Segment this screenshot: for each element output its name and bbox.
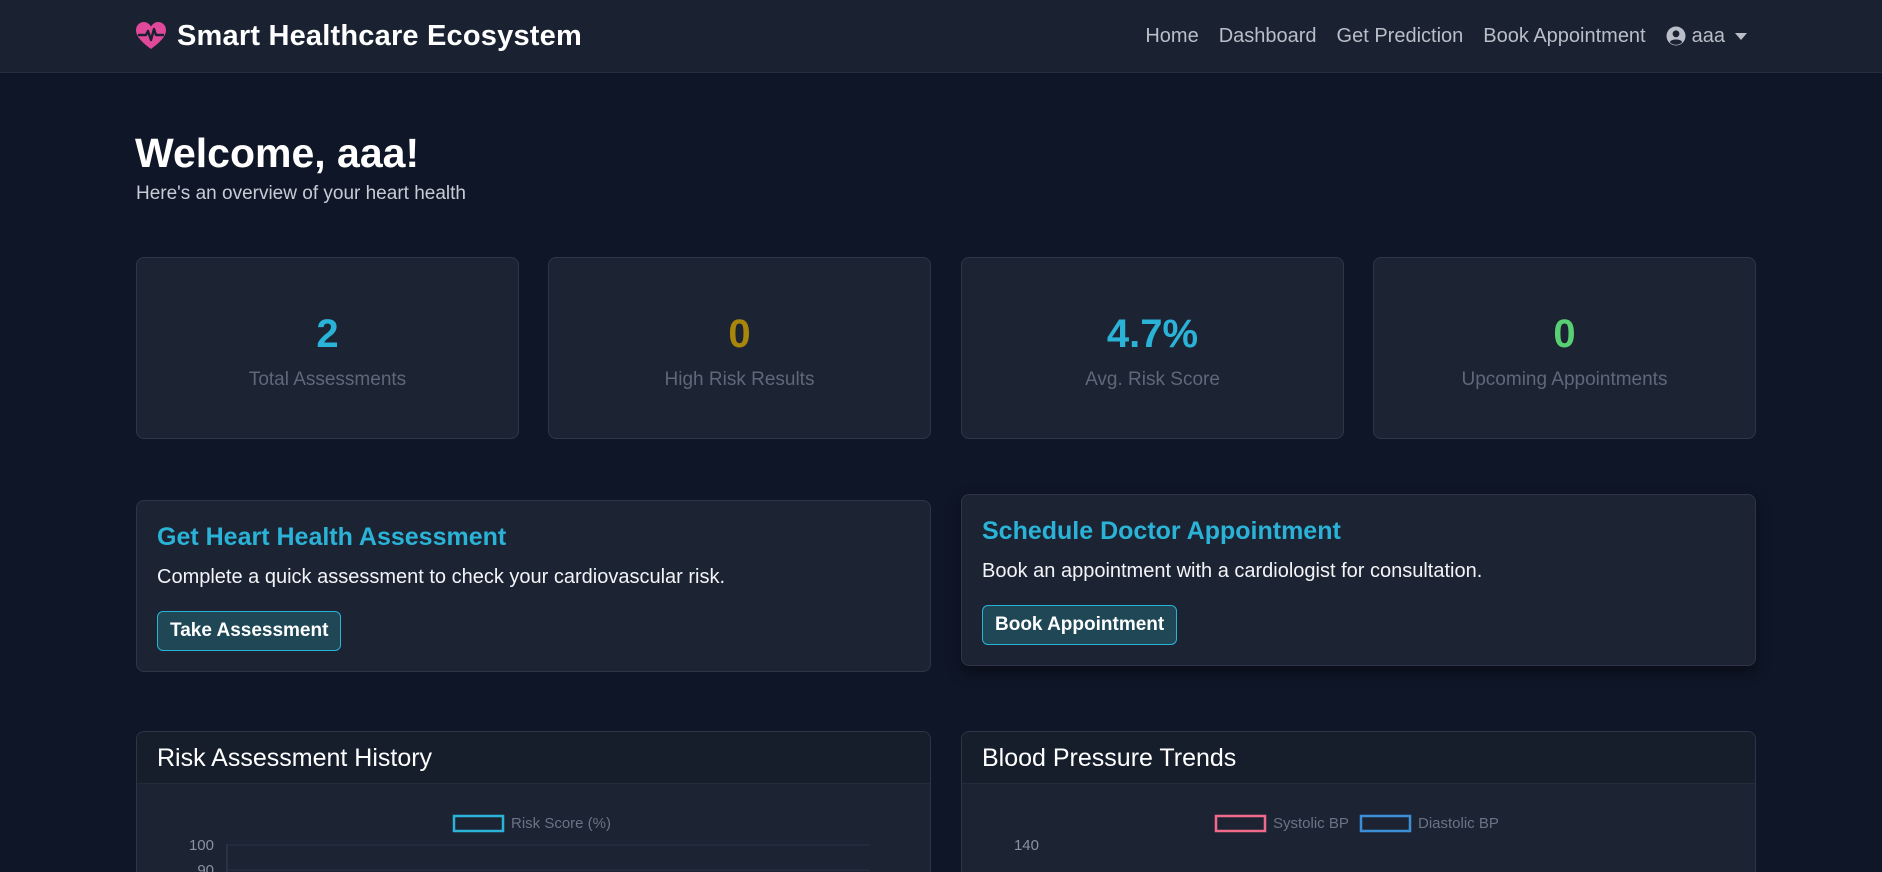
card-header: Blood Pressure Trends (962, 732, 1755, 784)
brand[interactable]: Smart Healthcare Ecosystem (135, 17, 582, 55)
appointment-card: Schedule Doctor Appointment Book an appo… (961, 494, 1756, 666)
nav-home[interactable]: Home (1135, 25, 1208, 48)
stat-card-total-assessments: 2 Total Assessments (136, 257, 519, 439)
nav-book-appointment[interactable]: Book Appointment (1473, 25, 1655, 48)
page-subtitle: Here's an overview of your heart health (136, 183, 466, 204)
nav-dashboard[interactable]: Dashboard (1209, 25, 1327, 48)
stat-label: Upcoming Appointments (1461, 369, 1668, 390)
assessment-card: Get Heart Health Assessment Complete a q… (136, 500, 931, 672)
page-title: Welcome, aaa! (135, 130, 420, 176)
nav-links: Home Dashboard Get Prediction Book Appoi… (1135, 20, 1747, 52)
stat-label: Total Assessments (248, 369, 407, 390)
take-assessment-button[interactable]: Take Assessment (157, 611, 342, 651)
stat-card-high-risk: 0 High Risk Results (548, 257, 931, 439)
y-tick-label: 90 (197, 862, 214, 872)
brand-title: Smart Healthcare Ecosystem (177, 19, 582, 52)
stat-card-avg-risk: 4.7% Avg. Risk Score (961, 257, 1344, 439)
chevron-down-icon (1735, 32, 1747, 40)
stat-label: Avg. Risk Score (1085, 369, 1220, 390)
blood-pressure-card: Blood Pressure Trends Systolic BP Diasto… (961, 731, 1756, 872)
nav-get-prediction[interactable]: Get Prediction (1327, 25, 1474, 48)
card-title: Get Heart Health Assessment (157, 523, 507, 551)
stat-value: 0 (1553, 312, 1576, 356)
book-appointment-button[interactable]: Book Appointment (982, 605, 1178, 645)
card-description: Book an appointment with a cardiologist … (982, 560, 1483, 582)
user-name: aaa (1691, 24, 1725, 47)
heart-pulse-icon (136, 22, 166, 49)
y-tick-label: 100 (189, 837, 214, 854)
card-description: Complete a quick assessment to check you… (157, 566, 726, 588)
legend-swatch (1359, 814, 1412, 833)
legend-label: Risk Score (%) (511, 815, 611, 832)
stat-value: 0 (728, 312, 751, 356)
risk-history-card: Risk Assessment History Risk Score (%) 1… (136, 731, 931, 872)
stat-value: 2 (316, 312, 339, 356)
blood-pressure-chart: Systolic BP Diastolic BP 140 (1014, 814, 1499, 854)
user-menu[interactable]: aaa (1656, 25, 1747, 48)
chart-title: Risk Assessment History (157, 744, 433, 772)
stat-label: High Risk Results (664, 369, 815, 390)
card-header: Risk Assessment History (137, 732, 930, 784)
y-tick-label: 140 (1014, 837, 1039, 854)
card-title: Schedule Doctor Appointment (982, 517, 1341, 545)
legend-swatch (1214, 814, 1267, 833)
risk-history-chart: Risk Score (%) 100 90 (189, 814, 870, 872)
legend-label: Diastolic BP (1418, 815, 1499, 832)
stat-card-upcoming-appointments: 0 Upcoming Appointments (1373, 257, 1756, 439)
navbar: Smart Healthcare Ecosystem Home Dashboar… (0, 0, 1882, 73)
chart-title: Blood Pressure Trends (982, 744, 1237, 772)
stat-value: 4.7% (1106, 312, 1199, 356)
legend-swatch (452, 814, 505, 833)
user-circle-icon (1666, 26, 1686, 46)
legend-label: Systolic BP (1273, 815, 1349, 832)
